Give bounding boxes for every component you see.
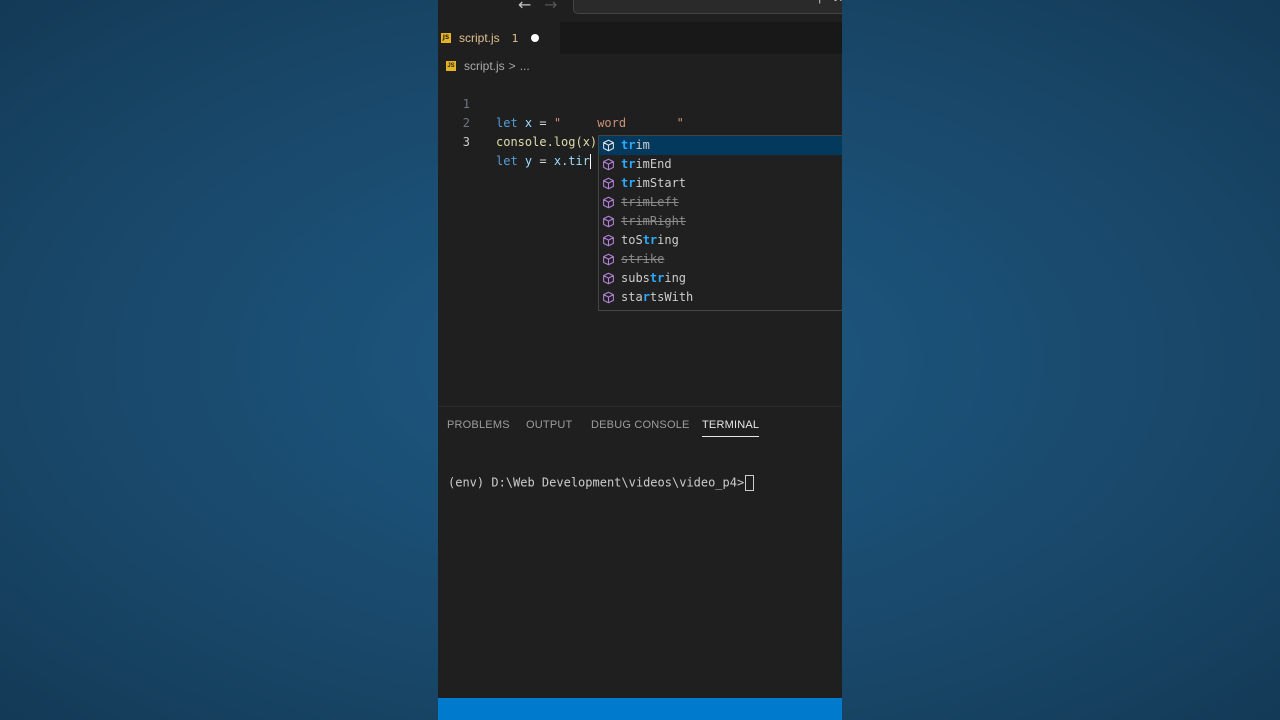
breadcrumb-separator: >	[508, 59, 516, 73]
breadcrumb-file[interactable]: script.js	[464, 59, 505, 73]
tab-label: script.js	[459, 31, 500, 45]
suggestion-label: trimStart	[621, 176, 687, 190]
line-number: 3	[462, 135, 470, 149]
javascript-file-icon: JS	[446, 61, 456, 71]
breadcrumb: JS script.js > ...	[438, 56, 842, 76]
terminal-prompt[interactable]: (env) D:\Web Development\videos\video_p4…	[448, 475, 755, 491]
suggestion-item[interactable]: strike	[599, 250, 842, 269]
tab-debug-console[interactable]: DEBUG CONSOLE	[591, 419, 690, 431]
status-bar	[438, 698, 842, 720]
panel-tabs: PROBLEMS OUTPUT DEBUG CONSOLE TERMINAL	[438, 407, 842, 443]
method-cube-icon	[602, 234, 615, 247]
suggestion-label: startsWith	[621, 290, 694, 304]
unsaved-dot-icon[interactable]	[530, 34, 539, 42]
suggestion-label: substring	[621, 271, 687, 285]
code-line[interactable]: 2 console.log(x)	[438, 95, 842, 149]
problem-count-badge: 1	[511, 31, 519, 45]
suggestion-item[interactable]: substring	[599, 269, 842, 288]
suggestion-item[interactable]: trimLeft	[599, 193, 842, 212]
text-cursor	[589, 154, 591, 169]
tab-output[interactable]: OUTPUT	[526, 419, 572, 431]
tab-script-js[interactable]: JS script.js 1	[438, 22, 560, 54]
suggestion-item[interactable]: startsWith	[599, 288, 842, 307]
suggestion-label: trim	[621, 138, 650, 152]
method-cube-icon	[602, 253, 615, 266]
bottom-panel: PROBLEMS OUTPUT DEBUG CONSOLE TERMINAL (…	[438, 406, 842, 699]
breadcrumb-more[interactable]: ...	[520, 59, 530, 73]
method-cube-icon	[602, 215, 615, 228]
method-cube-icon	[602, 177, 615, 190]
suggestion-item[interactable]: trimEnd	[599, 155, 842, 174]
vscode-window: ← → ⚲ videos JS script.js 1 JS script.js…	[438, 0, 842, 720]
forward-arrow-icon[interactable]: →	[544, 0, 557, 14]
terminal-prompt-text: (env) D:\Web Development\videos\video_p4…	[448, 475, 745, 490]
method-cube-icon	[602, 272, 615, 285]
method-cube-icon	[602, 158, 615, 171]
method-cube-icon	[602, 196, 615, 209]
suggestion-label: strike	[621, 252, 665, 266]
back-arrow-icon[interactable]: ←	[518, 0, 531, 14]
search-text: videos	[832, 0, 842, 4]
method-cube-icon	[602, 139, 615, 152]
terminal-cursor	[745, 475, 755, 491]
suggestion-widget: trim trimEnd trimStart trimLeft trimRight toS…	[598, 135, 842, 311]
method-cube-icon	[602, 291, 615, 304]
editor-tab-bar: JS script.js 1	[438, 22, 842, 54]
command-center-search[interactable]: ⚲ videos	[573, 0, 842, 14]
suggestion-label: trimRight	[621, 214, 687, 228]
tab-problems[interactable]: PROBLEMS	[447, 419, 510, 431]
suggestion-item[interactable]: toString	[599, 231, 842, 250]
line-code: console.log(x)	[496, 135, 598, 149]
code-line-active[interactable]: 3 let y = x.tir	[438, 114, 842, 169]
search-icon: ⚲	[815, 0, 824, 5]
suggestion-item[interactable]: trim	[599, 136, 842, 155]
suggestion-label: trimLeft	[621, 195, 679, 209]
suggestion-label: trimEnd	[621, 157, 672, 171]
suggestion-item[interactable]: trimStart	[599, 174, 842, 193]
suggestion-label: toString	[621, 233, 679, 247]
code-line[interactable]: 1 let x = " word "	[438, 76, 842, 130]
line-code: let y = x.tir	[496, 154, 591, 169]
suggestion-item[interactable]: trimRight	[599, 212, 842, 231]
title-bar: ← → ⚲ videos	[438, 0, 842, 22]
tab-terminal[interactable]: TERMINAL	[702, 419, 760, 437]
javascript-file-icon: JS	[441, 33, 451, 43]
